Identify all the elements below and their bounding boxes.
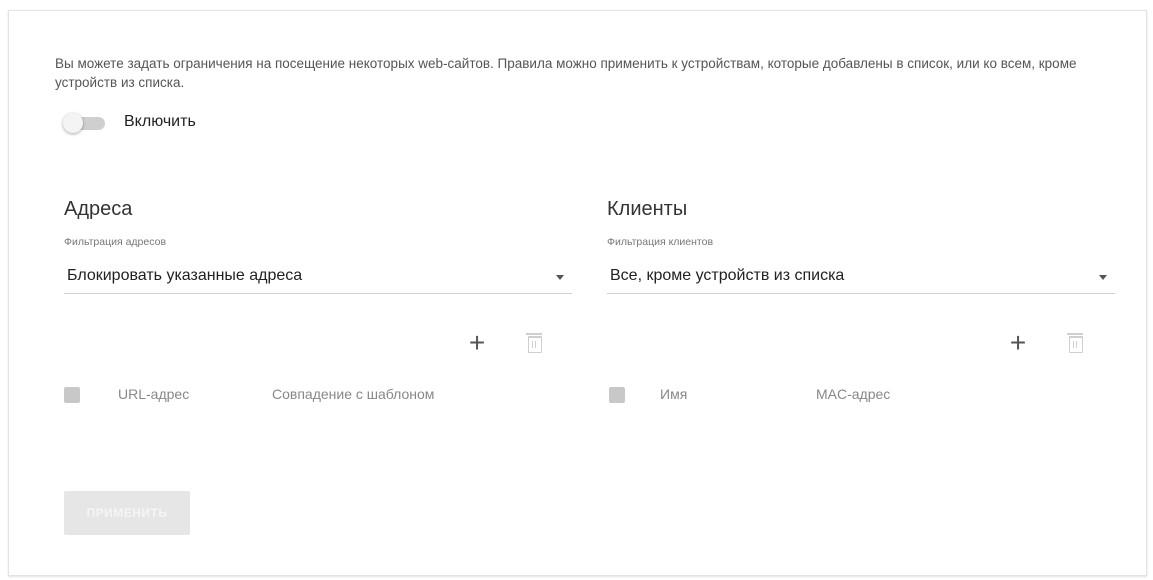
toggle-knob [63,113,83,133]
chevron-down-icon [1099,275,1107,280]
address-filter-value: Блокировать указанные адреса [67,267,303,284]
clients-title: Клиенты [607,198,688,220]
add-address-button[interactable]: + [464,327,490,358]
trash-icon [1067,332,1083,353]
address-filter-select[interactable]: Блокировать указанные адреса [64,263,572,294]
column-mac-address: MAC-адрес [816,386,891,402]
plus-icon: + [1009,327,1027,358]
delete-client-button[interactable] [1063,331,1089,357]
select-all-clients-checkbox[interactable] [609,387,625,403]
addresses-title: Адреса [64,198,133,220]
select-all-addresses-checkbox[interactable] [64,387,80,403]
enable-label: Включить [124,113,196,130]
trash-icon [526,332,542,353]
address-filter-label: Фильтрация адресов [64,236,167,248]
column-url: URL-адрес [118,386,190,402]
column-pattern-match: Совпадение с шаблоном [272,386,435,402]
apply-button[interactable]: ПРИМЕНИТЬ [64,491,190,535]
description-text: Вы можете задать ограничения на посещени… [55,56,1077,90]
plus-icon: + [468,327,486,358]
add-client-button[interactable]: + [1005,327,1031,358]
enable-toggle[interactable] [63,113,109,133]
client-filter-label: Фильтрация клиентов [607,236,714,248]
client-filter-value: Все, кроме устройств из списка [610,267,845,284]
chevron-down-icon [556,275,564,280]
column-name: Имя [660,386,688,402]
delete-address-button[interactable] [522,331,548,357]
client-filter-select[interactable]: Все, кроме устройств из списка [607,263,1115,294]
